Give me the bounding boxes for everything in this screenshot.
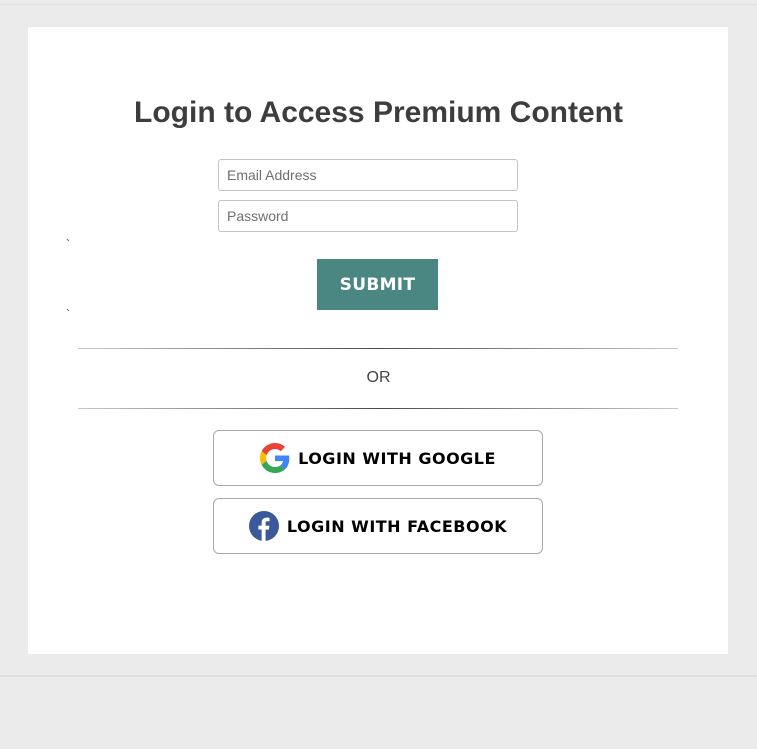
google-icon [260, 443, 290, 473]
page-bottom-border [0, 675, 757, 677]
facebook-icon [248, 511, 279, 541]
stray-backtick: ` [66, 237, 70, 251]
divider-line [78, 348, 678, 349]
divider-line [78, 408, 678, 409]
or-separator: OR [366, 369, 391, 386]
submit-button[interactable]: SUBMIT [317, 259, 438, 310]
page-top-border [0, 4, 757, 5]
login-with-google-button[interactable]: LOGIN WITH GOOGLE [213, 430, 543, 486]
page-title: Login to Access Premium Content [134, 96, 623, 129]
login-with-facebook-button[interactable]: LOGIN WITH FACEBOOK [213, 498, 543, 554]
email-field[interactable] [218, 159, 518, 191]
facebook-login-label: LOGIN WITH FACEBOOK [286, 516, 508, 536]
password-field[interactable] [218, 200, 518, 232]
stray-backtick: ` [66, 307, 70, 321]
google-login-label: LOGIN WITH GOOGLE [298, 448, 496, 468]
